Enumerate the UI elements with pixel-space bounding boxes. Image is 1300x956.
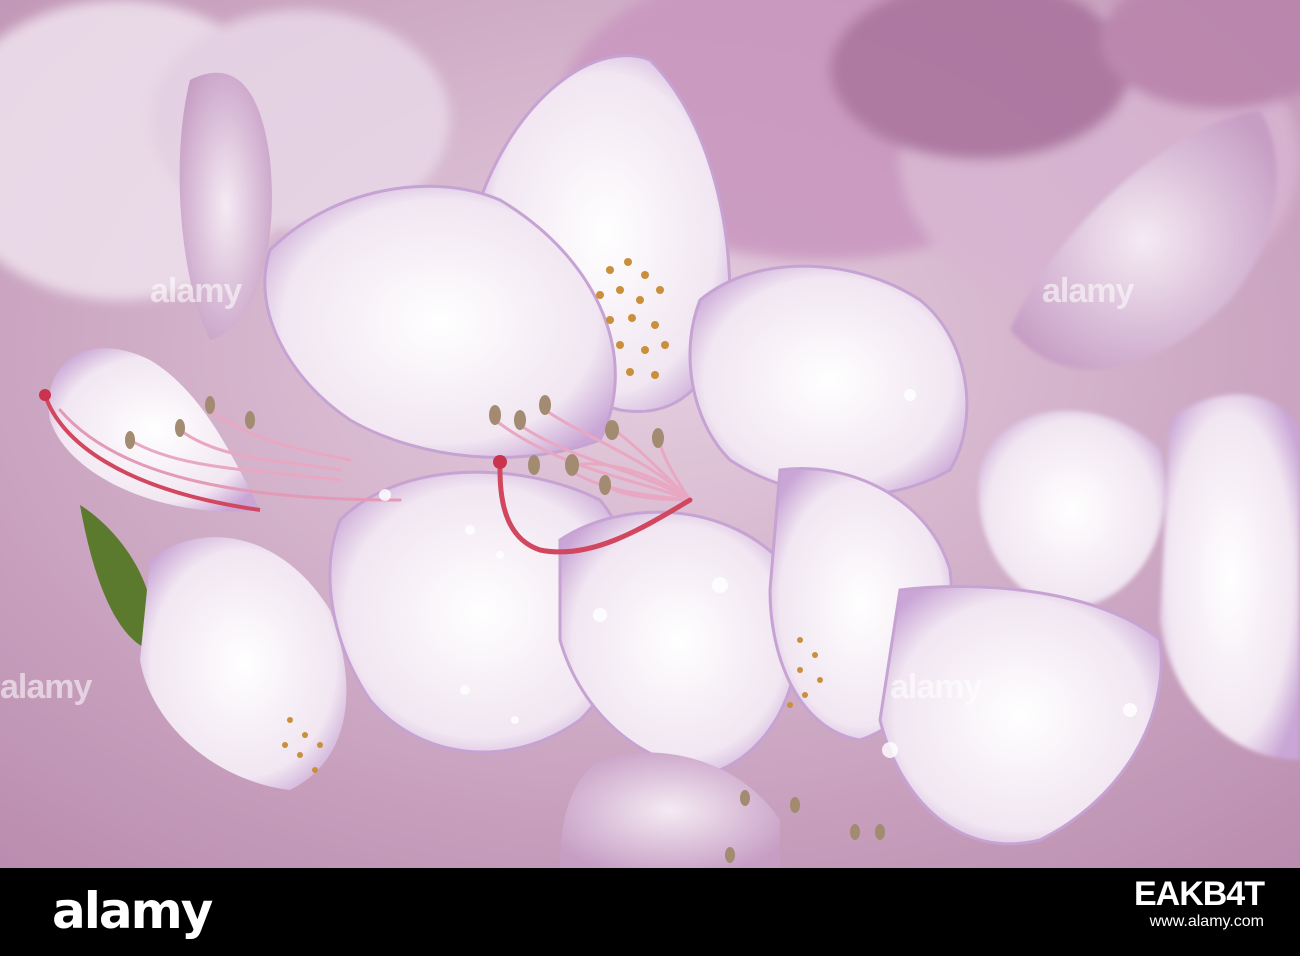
- flower-photo: alamy alamy alamy alamy: [0, 0, 1300, 868]
- image-code: EAKB4T: [1133, 875, 1265, 913]
- flower-illustration: [0, 0, 1300, 868]
- brand-logo[interactable]: alamy: [52, 882, 213, 940]
- site-url[interactable]: www.alamy.com: [1134, 908, 1264, 936]
- footer-bar: alamy EAKB4T www.alamy.com: [0, 868, 1300, 956]
- image-info: EAKB4T www.alamy.com: [1133, 875, 1265, 936]
